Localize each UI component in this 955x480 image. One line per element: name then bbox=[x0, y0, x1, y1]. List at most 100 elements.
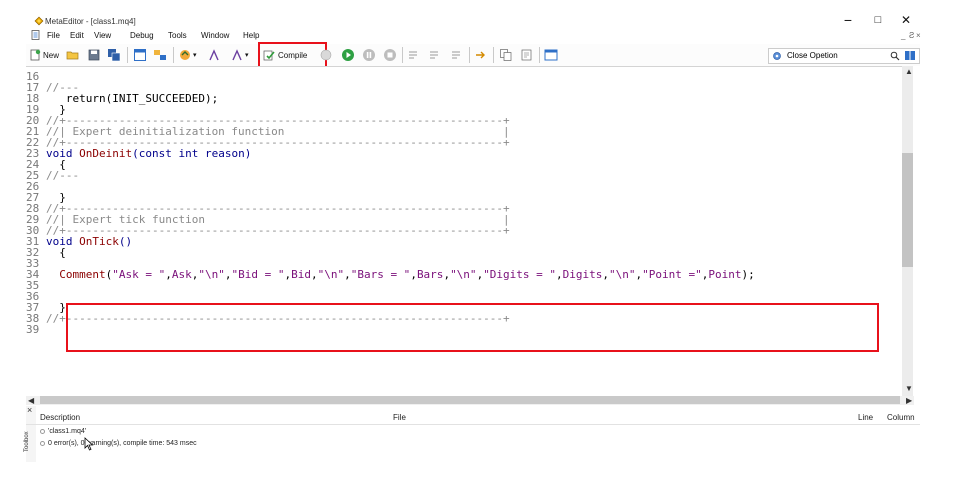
info-icon bbox=[40, 428, 45, 434]
help-book-icon[interactable] bbox=[904, 50, 916, 61]
document-icon[interactable] bbox=[31, 30, 40, 40]
code-token: "Bars = " bbox=[350, 268, 411, 281]
new-button[interactable]: New bbox=[29, 48, 59, 62]
output-row-result[interactable]: 0 error(s), 0 warning(s), compile time: … bbox=[40, 440, 197, 447]
bookmark-prev-icon[interactable] bbox=[207, 48, 221, 62]
code-token: "\n" bbox=[450, 268, 477, 281]
minimize-button[interactable]: − bbox=[836, 11, 860, 29]
code-token: "\n" bbox=[317, 268, 345, 281]
save-all-icon[interactable] bbox=[107, 48, 121, 62]
new-file-icon bbox=[30, 49, 41, 61]
bookmark-next-icon[interactable] bbox=[230, 48, 244, 62]
search-box[interactable]: Close Opetion bbox=[768, 48, 920, 64]
code-token: Comment bbox=[46, 268, 106, 281]
code-token: Ask bbox=[171, 268, 192, 281]
save-icon[interactable] bbox=[87, 48, 101, 62]
toolbar-separator bbox=[493, 47, 494, 63]
code-token: "\n" bbox=[609, 268, 636, 281]
mdi-minimize-button[interactable]: _ bbox=[901, 31, 905, 40]
menu-window[interactable]: Window bbox=[201, 31, 229, 40]
add-watch-icon[interactable] bbox=[474, 48, 488, 62]
mdi-close-button[interactable]: × bbox=[916, 31, 921, 40]
column-line[interactable]: Line bbox=[858, 413, 873, 422]
open-folder-icon[interactable] bbox=[66, 48, 80, 62]
code-token: "Digits = " bbox=[483, 268, 557, 281]
vertical-scrollbar-thumb[interactable] bbox=[902, 153, 913, 267]
code-token: return(INIT_SUCCEEDED); bbox=[46, 92, 219, 105]
menu-help[interactable]: Help bbox=[243, 31, 259, 40]
code-token: , bbox=[344, 268, 351, 281]
output-row-text: 'class1.mq4' bbox=[48, 428, 87, 435]
stop-compile-icon[interactable] bbox=[319, 48, 333, 62]
new-button-label: New bbox=[43, 50, 60, 60]
pause-debug-icon[interactable] bbox=[362, 48, 376, 62]
code-token: OnDeinit bbox=[79, 147, 133, 160]
code-token: Bid bbox=[291, 268, 311, 281]
styler-icon[interactable] bbox=[178, 48, 192, 62]
line-number: 39 bbox=[26, 323, 40, 336]
toolbar-separator bbox=[173, 47, 174, 63]
toolbox-icon[interactable] bbox=[153, 48, 167, 62]
menu-edit[interactable]: Edit bbox=[70, 31, 84, 40]
navigator-icon[interactable] bbox=[133, 48, 147, 62]
column-column[interactable]: Column bbox=[887, 413, 915, 422]
menu-file[interactable]: File bbox=[47, 31, 60, 40]
toolbar-separator bbox=[469, 47, 470, 63]
terminal-icon[interactable] bbox=[544, 48, 558, 62]
code-token: "Point =" bbox=[642, 268, 702, 281]
bookmark-dropdown-icon[interactable]: ▾ bbox=[245, 48, 249, 62]
window-title: MetaEditor - [class1.mq4] bbox=[45, 17, 136, 26]
menu-tools[interactable]: Tools bbox=[168, 31, 187, 40]
code-token: OnTick bbox=[79, 235, 119, 248]
code-token: ); bbox=[741, 268, 755, 281]
code-line[interactable]: 34 Comment("Ask = ",Ask,"\n","Bid = ",Bi… bbox=[26, 268, 755, 281]
toolbar-separator bbox=[402, 47, 403, 63]
step-into-icon[interactable] bbox=[407, 48, 421, 62]
toolbox-side-label[interactable]: Toolbox bbox=[24, 431, 30, 452]
code-token: () bbox=[118, 235, 133, 248]
menu-view[interactable]: View bbox=[94, 31, 111, 40]
metaeditor-logo-icon bbox=[34, 16, 44, 26]
code-token: Bars bbox=[416, 268, 444, 281]
mouse-cursor-icon bbox=[84, 437, 94, 451]
title-bar bbox=[0, 0, 955, 30]
code-token: //--- bbox=[46, 169, 80, 182]
mdi-restore-button[interactable]: Ƨ bbox=[909, 31, 914, 40]
code-token: Point bbox=[708, 268, 742, 281]
output-row-text: 0 error(s), 0 warning(s), compile time: … bbox=[48, 440, 197, 447]
stop-debug-icon[interactable] bbox=[383, 48, 397, 62]
menu-debug[interactable]: Debug bbox=[130, 31, 154, 40]
code-line[interactable]: 39 bbox=[26, 323, 46, 336]
step-over-icon[interactable] bbox=[428, 48, 442, 62]
paste-icon[interactable] bbox=[520, 48, 534, 62]
toolbox-close-button[interactable]: × bbox=[27, 405, 32, 415]
scroll-down-icon[interactable]: ▼ bbox=[905, 384, 913, 393]
code-token: Digits bbox=[562, 268, 603, 281]
close-button[interactable]: ✕ bbox=[894, 11, 918, 29]
search-input[interactable]: Close Opetion bbox=[787, 51, 838, 60]
copy-icon[interactable] bbox=[499, 48, 513, 62]
toolbar-separator bbox=[127, 47, 128, 63]
horizontal-scrollbar-thumb[interactable] bbox=[40, 396, 900, 404]
toolbar-separator bbox=[539, 47, 540, 63]
info-icon bbox=[40, 440, 45, 446]
column-file[interactable]: File bbox=[393, 413, 406, 422]
code-token: , bbox=[165, 268, 172, 281]
scroll-up-icon[interactable]: ▲ bbox=[905, 67, 913, 76]
output-row-file[interactable]: 'class1.mq4' bbox=[40, 428, 86, 435]
header-divider bbox=[26, 424, 920, 425]
code-token: { bbox=[46, 246, 66, 259]
start-debug-icon[interactable] bbox=[341, 48, 355, 62]
code-token: , bbox=[556, 268, 563, 281]
code-token: "Bid = " bbox=[231, 268, 285, 281]
scroll-left-icon[interactable]: ◀ bbox=[28, 396, 34, 405]
step-out-icon[interactable] bbox=[450, 48, 464, 62]
search-icon[interactable] bbox=[890, 51, 900, 61]
scroll-right-icon[interactable]: ▶ bbox=[906, 396, 912, 405]
settings-gear-icon bbox=[773, 52, 781, 60]
code-token: (const int reason) bbox=[132, 147, 252, 160]
column-description[interactable]: Description bbox=[40, 413, 80, 422]
code-token: "\n" bbox=[198, 268, 225, 281]
maximize-button[interactable]: □ bbox=[866, 11, 890, 29]
styler-dropdown-icon[interactable]: ▾ bbox=[193, 48, 197, 62]
